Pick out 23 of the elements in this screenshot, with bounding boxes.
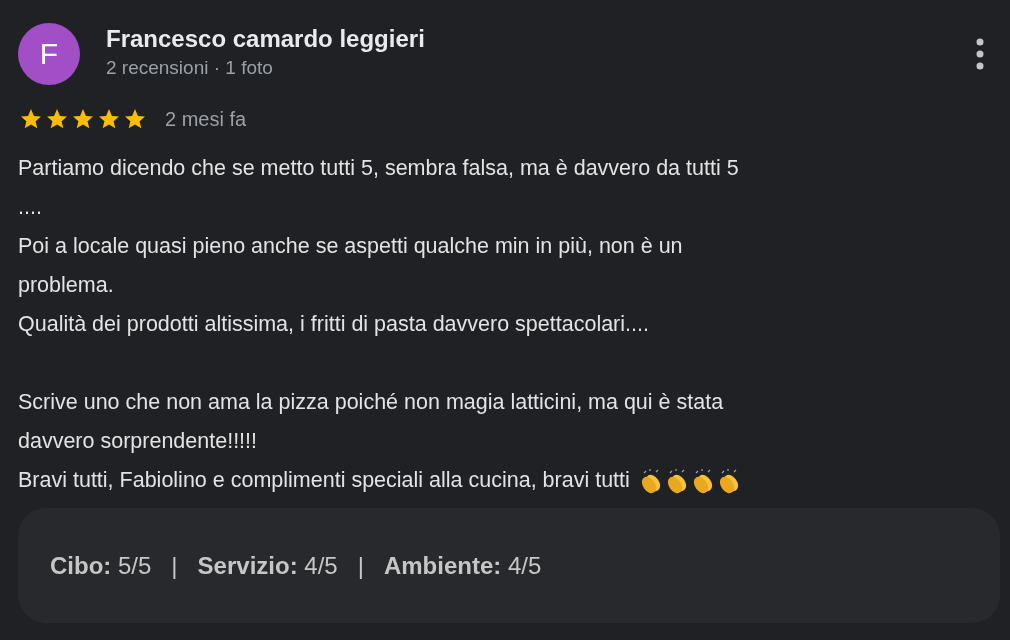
review-text: problema. (18, 272, 114, 299)
sub-rating: Ambiente: 4/5 (383, 551, 542, 580)
star-icon (18, 107, 44, 131)
separator: | (171, 551, 178, 580)
reviewer-meta: 2 recensioni · 1 foto (106, 57, 274, 79)
review-text: Bravi tutti, Fabiolino e complimenti speciali alla cucina, bravi tutti (18, 467, 630, 494)
separator: | (357, 551, 364, 580)
review-time: 2 mesi fa (165, 107, 247, 131)
review-text: Scrive uno che non ama la pizza poiché non magia latticini, ma qui è stata (18, 389, 724, 416)
star-icon (122, 107, 148, 131)
sub-rating: Cibo: 5/5 (50, 551, 152, 580)
star-icon (70, 107, 96, 131)
more-options-icon[interactable] (976, 38, 984, 70)
review-text: .... (18, 194, 42, 221)
avatar: F (18, 23, 80, 85)
review-text: Qualità dei prodotti altissima, i fritti di pasta davvero spettacolari.... (18, 311, 649, 338)
review-text: davvero sorprendente!!!!! (18, 428, 258, 455)
review-text: Poi a locale quasi pieno anche se aspetti qualche min in più, non è un (18, 233, 683, 260)
star-icon (96, 107, 122, 131)
star-icon (44, 107, 70, 131)
review-text: Partiamo dicendo che se metto tutti 5, sembra falsa, ma è davvero da tutti 5 (18, 155, 739, 182)
sub-rating: Servizio: 4/5 (197, 551, 338, 580)
reviewer-name[interactable]: Francesco camardo leggieri (106, 25, 425, 53)
